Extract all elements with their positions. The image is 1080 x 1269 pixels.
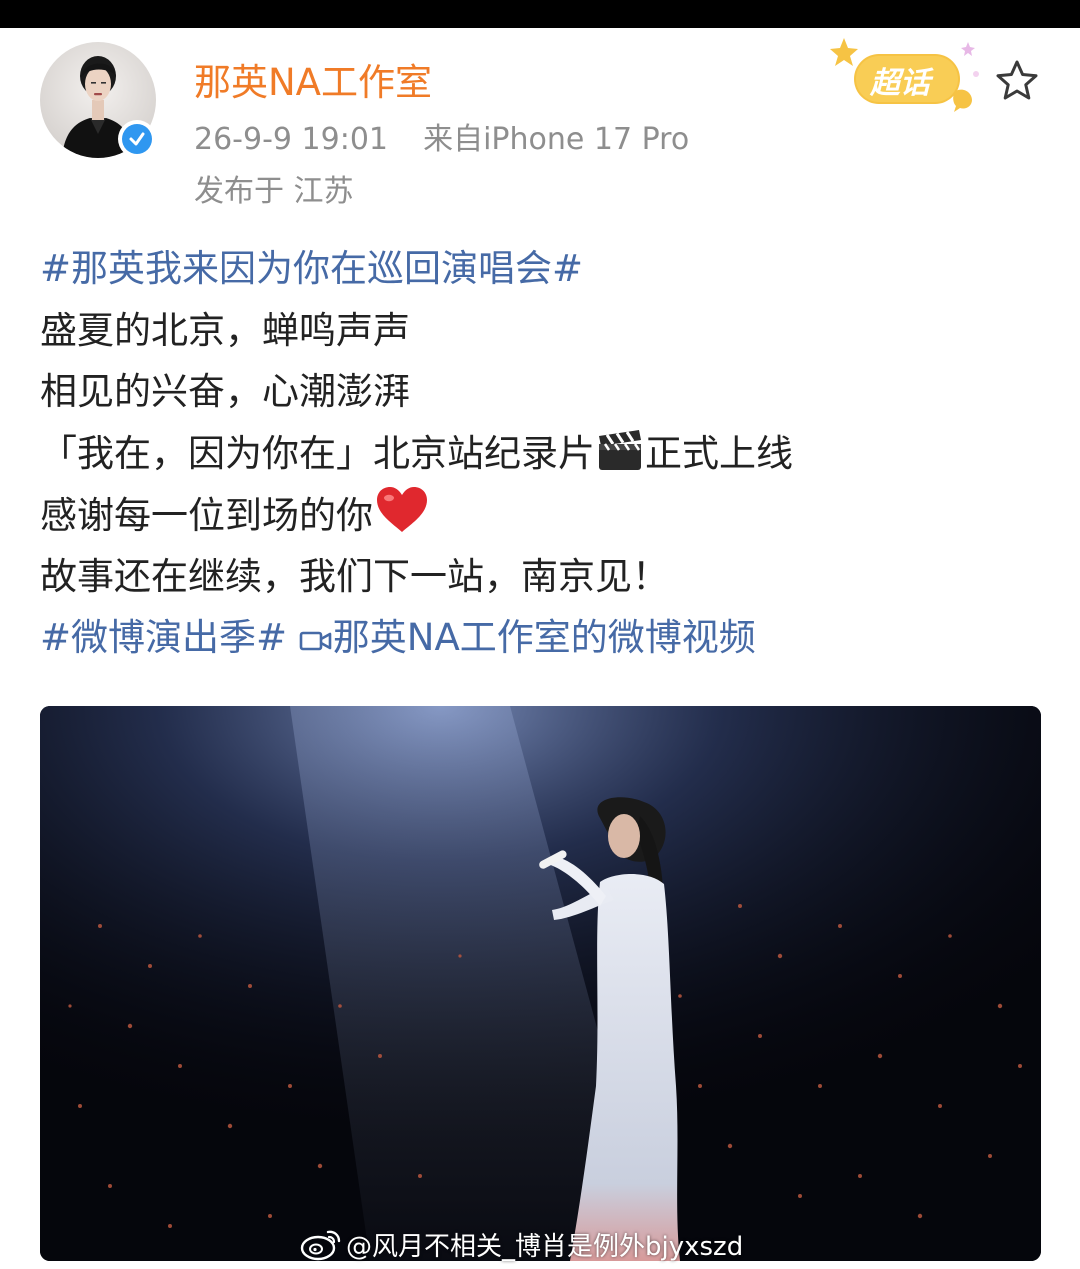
author-name[interactable]: 那英NA工作室 bbox=[194, 52, 432, 106]
weibo-post-card: 那英NA工作室 26-9-9 19:01 来自iPhone 17 Pro 发布于… bbox=[0, 28, 1080, 1266]
verified-check-icon bbox=[122, 124, 152, 154]
supertopic-badge[interactable]: 超话 bbox=[826, 32, 986, 112]
post-meta: 26-9-9 19:01 来自iPhone 17 Pro bbox=[194, 114, 689, 158]
post-date: 26-9-9 19:01 bbox=[194, 122, 388, 157]
favorite-button[interactable] bbox=[994, 58, 1040, 104]
weibo-watermark: @风月不相关_博肖是例外bjyxszd bbox=[300, 1222, 743, 1266]
hashtag-link[interactable]: #微博演出季# bbox=[40, 616, 287, 659]
post-text-line: 感谢每一位到场的你 bbox=[40, 494, 373, 537]
hashtag-link[interactable]: #那英我来因为你在巡回演唱会# bbox=[40, 247, 583, 290]
post-location: 发布于 江苏 bbox=[194, 174, 354, 209]
video-link-text: 那英NA工作室的微博视频 bbox=[332, 616, 756, 659]
post-text-line: 盛夏的北京，蝉鸣声声 bbox=[40, 308, 410, 352]
weibo-logo-icon bbox=[300, 1226, 342, 1262]
star-icon bbox=[996, 60, 1038, 100]
author-avatar[interactable] bbox=[40, 42, 156, 158]
post-text-line: 「我在，因为你在」北京站纪录片 bbox=[40, 431, 595, 475]
post-text-line: 相见的兴奋，心潮澎湃 bbox=[40, 370, 410, 413]
video-thumbnail[interactable] bbox=[40, 706, 1041, 1261]
supertopic-label: 超话 bbox=[870, 66, 930, 101]
concert-video-thumbnail-icon bbox=[40, 706, 1041, 1261]
watermark-text: @风月不相关_博肖是例外bjyxszd bbox=[346, 1231, 744, 1262]
top-black-strip bbox=[0, 0, 1080, 28]
verified-badge bbox=[118, 120, 156, 158]
post-source[interactable]: 来自iPhone 17 Pro bbox=[423, 122, 689, 157]
video-link[interactable]: 那英NA工作室的微博视频 bbox=[299, 616, 756, 659]
video-camera-icon bbox=[299, 613, 333, 675]
clapperboard-icon bbox=[595, 428, 645, 491]
post-text-line: 故事还在继续，我们下一站，南京见！ bbox=[40, 554, 669, 598]
post-body: #那英我来因为你在巡回演唱会# 盛夏的北京，蝉鸣声声 相见的兴奋，心潮澎湃 「我… bbox=[40, 238, 1040, 669]
red-heart-icon bbox=[373, 484, 431, 553]
post-text-line: 正式上线 bbox=[645, 431, 793, 475]
